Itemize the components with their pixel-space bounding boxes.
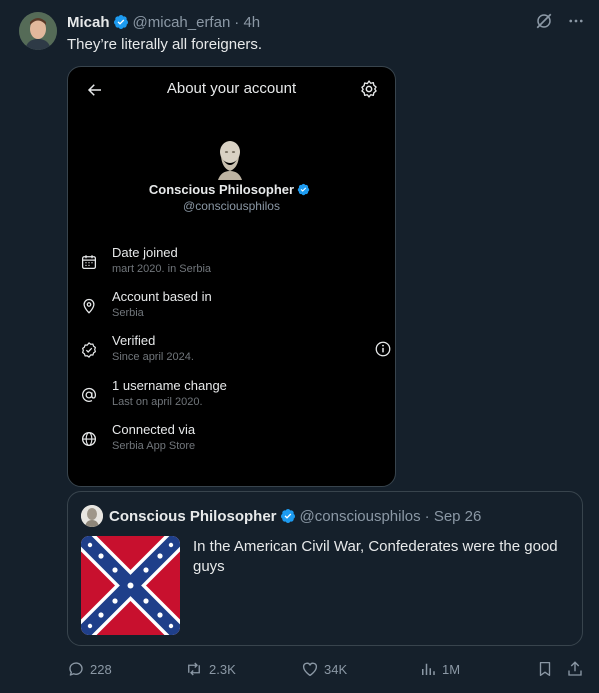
info-row-connected-via: Connected via Serbia App Store xyxy=(80,422,380,458)
info-circle-icon[interactable] xyxy=(374,340,392,358)
tweet[interactable]: Micah @micah_erfan · 4h They’re literall… xyxy=(0,0,599,693)
location-pin-icon xyxy=(83,298,95,314)
bar-chart-icon xyxy=(422,663,435,675)
info-row-account-based: Account based in Serbia xyxy=(80,289,380,325)
quoted-author-avatar[interactable] xyxy=(81,505,103,527)
profile-name-text: Conscious Philosopher xyxy=(148,182,295,197)
author-avatar[interactable] xyxy=(19,12,57,50)
gear-icon xyxy=(361,80,377,98)
reply-button[interactable]: 228 xyxy=(67,660,112,678)
globe-icon xyxy=(81,431,97,447)
verified-check-icon xyxy=(82,342,96,358)
profile-handle: @consciousphilos xyxy=(183,199,280,213)
media-title: About your account xyxy=(166,80,297,97)
views-button[interactable]: 1M xyxy=(419,660,460,678)
info-label: Connected via xyxy=(112,422,196,437)
info-value: Serbia xyxy=(112,307,144,319)
at-sign-icon xyxy=(82,387,97,402)
info-label: Date joined xyxy=(112,245,178,260)
like-button[interactable]: 34K xyxy=(301,660,347,678)
verified-badge-icon xyxy=(297,183,310,196)
quoted-tweet-header: Conscious Philosopher @consciousphilos ·… xyxy=(81,505,481,527)
info-row-verified: Verified Since april 2024. xyxy=(80,333,391,369)
profile-picture xyxy=(213,138,247,180)
info-row-date-joined: Date joined mart 2020. in Serbia xyxy=(80,245,380,281)
author-handle[interactable]: @micah_erfan xyxy=(133,14,231,31)
info-row-username-change: 1 username change Last on april 2020. xyxy=(80,378,380,414)
repost-button[interactable]: 2.3K xyxy=(184,660,236,678)
repost-icon xyxy=(188,662,200,676)
info-value: mart 2020. in Serbia xyxy=(112,263,212,275)
share-button[interactable] xyxy=(566,660,589,678)
quoted-author-handle[interactable]: @consciousphilos xyxy=(300,508,421,525)
repost-count: 2.3K xyxy=(209,661,236,677)
info-value: Since april 2024. xyxy=(112,351,194,363)
confederate-flag-image[interactable] xyxy=(81,536,180,635)
quoted-tweet[interactable]: Conscious Philosopher @consciousphilos ·… xyxy=(67,491,583,646)
grok-icon[interactable] xyxy=(535,12,553,30)
profile-name: Conscious Philosopher xyxy=(68,182,395,197)
quoted-post-time[interactable]: · Sep 26 xyxy=(425,508,482,525)
reply-count: 228 xyxy=(90,661,112,677)
info-value: Serbia App Store xyxy=(112,440,196,452)
attached-image[interactable]: About your account Conscious Philosopher… xyxy=(67,66,396,487)
calendar-icon xyxy=(81,255,97,270)
quoted-author-name[interactable]: Conscious Philosopher xyxy=(109,508,277,525)
tweet-text: They’re literally all foreigners. xyxy=(67,36,263,53)
info-label: Account based in xyxy=(112,289,212,304)
view-count: 1M xyxy=(442,661,461,677)
like-count: 34K xyxy=(324,661,348,677)
info-label: Verified xyxy=(112,333,156,348)
post-time[interactable]: · 4h xyxy=(234,14,260,31)
top-actions xyxy=(535,12,585,30)
more-options-icon[interactable] xyxy=(567,12,585,30)
action-bar: 228 2.3K 34K 1M xyxy=(67,660,587,680)
verified-badge-icon xyxy=(113,15,128,29)
tweet-header: Micah @micah_erfan · 4h xyxy=(67,12,260,32)
share-icon xyxy=(568,661,582,676)
bookmark-icon xyxy=(539,661,551,677)
reply-icon xyxy=(69,662,83,676)
author-name[interactable]: Micah xyxy=(67,14,110,31)
info-value: Last on april 2020. xyxy=(112,396,203,408)
quoted-tweet-text: In the American Civil War, Confederates … xyxy=(193,538,558,575)
bookmark-button[interactable] xyxy=(536,660,559,678)
heart-icon xyxy=(302,662,318,677)
info-label: 1 username change xyxy=(112,378,227,393)
verified-badge-icon xyxy=(280,509,295,523)
